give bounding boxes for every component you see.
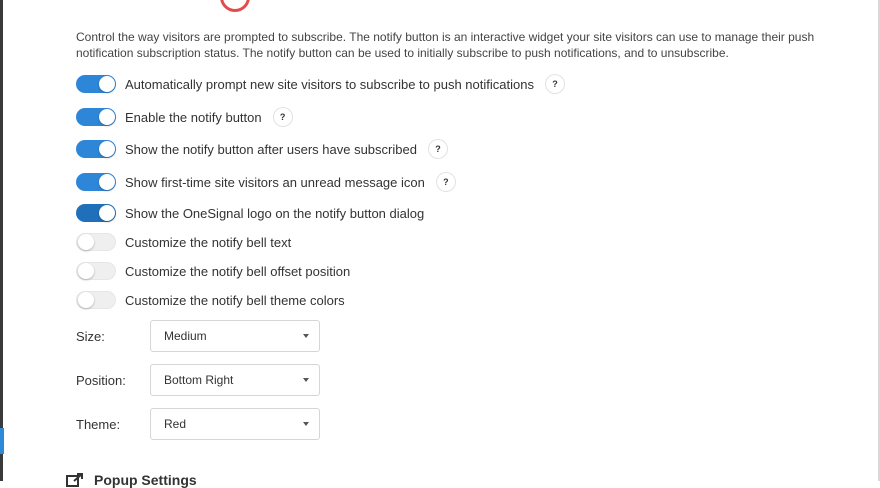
position-select[interactable]: Bottom Right: [150, 364, 320, 396]
setting-label: Customize the notify bell theme colors: [125, 292, 345, 308]
sidebar-tab-indicator[interactable]: [0, 428, 4, 454]
toggle-knob: [78, 292, 94, 308]
theme-value: Red: [164, 417, 187, 431]
toggle-knob: [78, 263, 94, 279]
chevron-down-icon: [303, 422, 309, 426]
toggle-knob: [99, 109, 115, 125]
setting-label: Show the OneSignal logo on the notify bu…: [125, 205, 425, 221]
setting-label: Show the notify button after users have …: [125, 141, 417, 157]
help-icon[interactable]: ?: [428, 140, 447, 158]
help-icon[interactable]: ?: [273, 108, 292, 126]
setting-customize-bell-text: Customize the notify bell text: [76, 232, 291, 252]
show-onesignal-logo-toggle[interactable]: [76, 204, 116, 222]
chevron-down-icon: [303, 334, 309, 338]
help-icon[interactable]: ?: [545, 75, 564, 93]
popup-settings-label: Popup Settings: [94, 472, 197, 488]
setting-auto-prompt: Automatically prompt new site visitors t…: [76, 74, 564, 94]
setting-unread-message-icon: Show first-time site visitors an unread …: [76, 172, 455, 192]
toggle-knob: [99, 174, 115, 190]
section-description: Control the way visitors are prompted to…: [76, 30, 815, 60]
setting-show-onesignal-logo: Show the OneSignal logo on the notify bu…: [76, 203, 424, 223]
position-value: Bottom Right: [164, 373, 234, 387]
setting-label: Automatically prompt new site visitors t…: [125, 76, 534, 92]
size-value: Medium: [164, 329, 207, 343]
auto-prompt-toggle[interactable]: [76, 75, 116, 93]
position-label: Position:: [76, 373, 126, 388]
customize-bell-theme-colors-toggle[interactable]: [76, 291, 116, 309]
enable-notify-button-toggle[interactable]: [76, 108, 116, 126]
badge-icon: [220, 0, 250, 12]
setting-label: Customize the notify bell offset positio…: [125, 263, 351, 279]
customize-bell-offset-toggle[interactable]: [76, 262, 116, 280]
setting-label: Customize the notify bell text: [125, 234, 292, 250]
setting-label: Enable the notify button: [125, 109, 262, 125]
window-left-border: [0, 0, 3, 481]
theme-label: Theme:: [76, 417, 121, 432]
unread-message-icon-toggle[interactable]: [76, 173, 116, 191]
size-label: Size:: [76, 329, 105, 344]
external-link-icon: [66, 473, 83, 487]
setting-enable-notify-button: Enable the notify button ?: [76, 107, 292, 127]
toggle-knob: [99, 205, 115, 221]
setting-label: Show first-time site visitors an unread …: [125, 174, 425, 190]
toggle-knob: [78, 234, 94, 250]
chevron-down-icon: [303, 378, 309, 382]
setting-show-after-subscribed: Show the notify button after users have …: [76, 139, 447, 159]
popup-settings-header[interactable]: Popup Settings: [66, 472, 197, 488]
show-after-subscribed-toggle[interactable]: [76, 140, 116, 158]
toggle-knob: [99, 141, 115, 157]
setting-customize-bell-theme-colors: Customize the notify bell theme colors: [76, 290, 345, 310]
setting-customize-bell-offset: Customize the notify bell offset positio…: [76, 261, 350, 281]
size-select[interactable]: Medium: [150, 320, 320, 352]
customize-bell-text-toggle[interactable]: [76, 233, 116, 251]
help-icon[interactable]: ?: [436, 173, 455, 191]
theme-select[interactable]: Red: [150, 408, 320, 440]
toggle-knob: [99, 76, 115, 92]
